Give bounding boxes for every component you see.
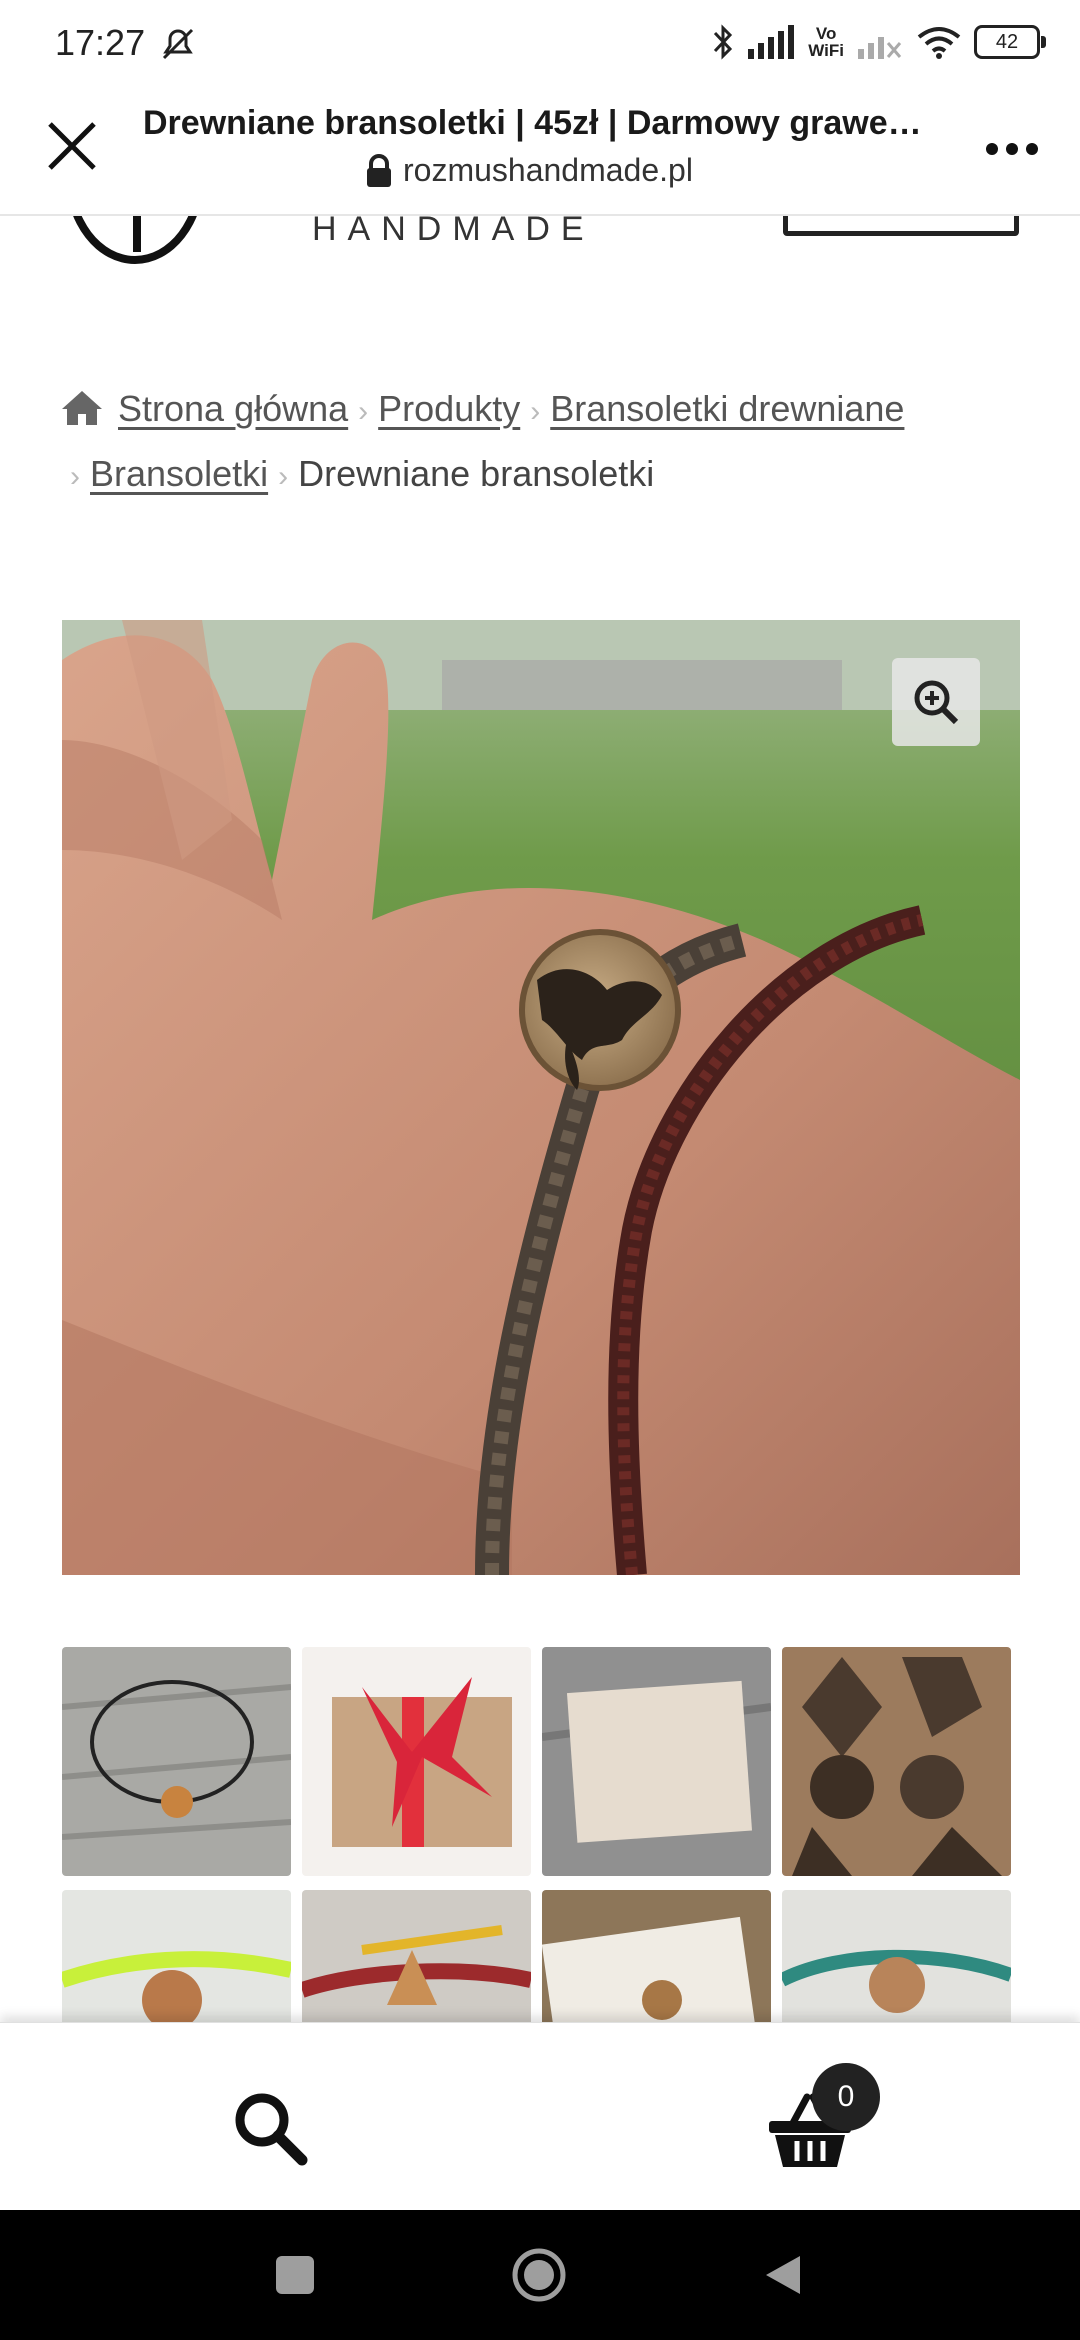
chevron-right-icon: › (530, 395, 541, 428)
thumbnail[interactable] (62, 1647, 291, 1876)
product-main-image[interactable] (62, 620, 1020, 1575)
search-icon[interactable] (230, 2088, 308, 2166)
status-time: 17:27 (55, 22, 146, 63)
status-bar: 17:27 Vo WiFi 42 (0, 0, 1080, 84)
brand-subtitle: HANDMADE (312, 214, 595, 248)
lock-icon (367, 153, 391, 187)
thumbnail[interactable] (302, 1647, 531, 1876)
thumbnail-image (542, 1647, 771, 1876)
home-button-icon[interactable] (510, 2246, 568, 2304)
breadcrumb: Strona główna › Produkty › Bransoletki drewn… (60, 378, 1020, 508)
do-not-disturb-icon (162, 28, 194, 60)
vowifi-line2: WiFi (808, 41, 844, 60)
url-text: rozmushandmade.pl (403, 152, 693, 188)
breadcrumb-link-home[interactable]: Strona główna (118, 388, 348, 429)
vowifi-indicator: Vo WiFi (808, 25, 844, 59)
system-navigation-bar (0, 2210, 1080, 2340)
breadcrumb-link-bransoletki-drewniane[interactable]: Bransoletki drewniane (550, 388, 904, 429)
vowifi-line1: Vo (815, 24, 837, 43)
home-icon (62, 391, 102, 425)
bluetooth-icon (714, 24, 733, 60)
wifi-icon (917, 27, 961, 59)
site-header: HANDMADE (0, 214, 1080, 274)
thumbnail[interactable] (782, 1647, 1011, 1876)
header-button[interactable] (783, 214, 1019, 236)
chevron-right-icon: › (278, 460, 289, 493)
zoom-in-icon (914, 680, 959, 725)
chevron-right-icon: › (70, 460, 80, 493)
thumbnail-image (62, 1647, 291, 1876)
breadcrumb-current: Drewniane bransoletki (298, 453, 655, 494)
status-icons: Vo WiFi 42 (712, 20, 1046, 64)
recent-apps-icon[interactable] (274, 2254, 316, 2296)
thumbnail-image (302, 1647, 531, 1876)
product-photo (62, 620, 1020, 1575)
zoom-button[interactable] (892, 658, 980, 746)
thumbnail-image (782, 1647, 1011, 1876)
signal-off-icon (858, 37, 902, 59)
breadcrumb-link-bransoletki[interactable]: Bransoletki (90, 453, 268, 494)
page-title: Drewniane bransoletki | 45zł | Darmowy g… (143, 104, 923, 142)
site-logo[interactable] (65, 214, 205, 264)
more-icon[interactable] (982, 124, 1042, 174)
browser-toolbar: Drewniane bransoletki | 45zł | Darmowy g… (0, 84, 1080, 216)
signal-icon (748, 25, 795, 59)
breadcrumb-link-produkty[interactable]: Produkty (378, 388, 520, 429)
url-row[interactable]: rozmushandmade.pl (365, 152, 693, 189)
bottom-navigation: 0 (0, 2022, 1080, 2211)
chevron-right-icon: › (358, 395, 369, 428)
close-icon[interactable] (40, 114, 104, 178)
cart-count-badge: 0 (812, 2063, 880, 2131)
thumbnail[interactable] (542, 1647, 771, 1876)
back-icon[interactable] (760, 2252, 806, 2298)
battery-indicator: 42 (974, 25, 1046, 59)
